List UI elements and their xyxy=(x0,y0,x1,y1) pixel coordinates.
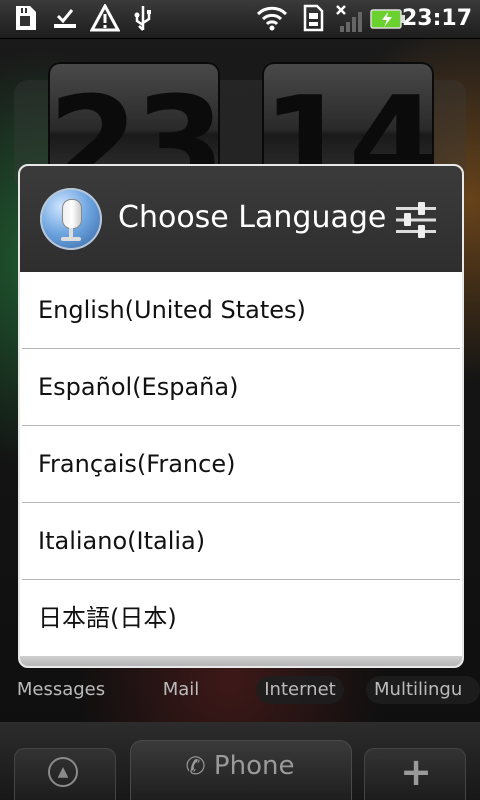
sd-card-icon xyxy=(10,4,40,34)
add-plus-icon[interactable]: + xyxy=(396,752,436,792)
app-label-messages[interactable]: Messages xyxy=(14,676,108,704)
language-option[interactable]: English(United States) xyxy=(22,272,460,349)
wifi-icon xyxy=(256,4,288,34)
no-signal-icon xyxy=(334,4,364,34)
phone-icon: ✆ xyxy=(185,752,206,780)
settings-sliders-icon[interactable] xyxy=(394,200,438,240)
dialog-header: Choose Language xyxy=(20,166,462,272)
all-apps-up-icon[interactable]: ▲ xyxy=(48,757,78,787)
battery-charging-icon xyxy=(370,4,406,34)
home-screen: 23:17 23 14 Choose Language English(Unit… xyxy=(0,0,480,800)
app-label-mail[interactable]: Mail xyxy=(152,676,210,704)
dialog-footer-bar xyxy=(20,656,462,666)
language-list: English(United States) Español(España) F… xyxy=(20,272,462,658)
status-bar: 23:17 xyxy=(0,0,480,39)
language-option[interactable]: Italiano(Italia) xyxy=(22,503,460,580)
download-done-icon xyxy=(50,4,80,34)
microphone-globe-icon xyxy=(40,188,102,250)
warning-icon xyxy=(89,2,121,34)
sim-icon xyxy=(298,4,328,34)
phone-label[interactable]: ✆ Phone xyxy=(130,746,350,786)
language-option[interactable]: Français(France) xyxy=(22,426,460,503)
status-time: 23:17 xyxy=(401,6,472,31)
choose-language-dialog: Choose Language English(United States) E… xyxy=(18,164,464,668)
language-option[interactable]: 日本語(日本) xyxy=(22,580,460,658)
app-label-multilingual[interactable]: Multilingu xyxy=(366,676,480,704)
dialog-title: Choose Language xyxy=(118,200,387,235)
usb-icon xyxy=(128,4,158,34)
language-option[interactable]: Español(España) xyxy=(22,349,460,426)
phone-label-text: Phone xyxy=(213,751,295,781)
app-label-internet[interactable]: Internet xyxy=(256,676,344,704)
